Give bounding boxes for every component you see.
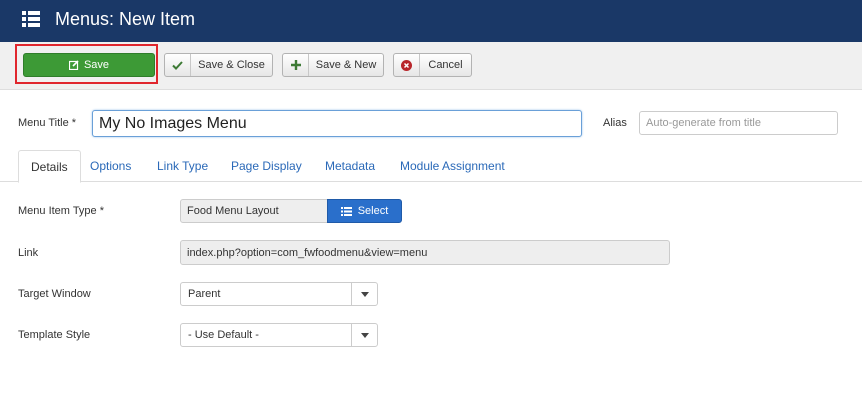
menu-title-input[interactable]: My No Images Menu	[92, 110, 582, 137]
select-button[interactable]: Select	[327, 199, 402, 223]
tab-link-type[interactable]: Link Type	[145, 150, 220, 182]
alias-input[interactable]: Auto-generate from title	[639, 111, 838, 135]
check-icon	[165, 54, 191, 76]
menu-item-type-label: Menu Item Type *	[18, 205, 105, 217]
menu-item-type-field: Food Menu Layout	[180, 199, 328, 223]
caret-down-icon	[351, 324, 377, 346]
tab-options[interactable]: Options	[78, 150, 143, 182]
save-label: Save	[83, 59, 110, 71]
list-icon	[22, 11, 40, 27]
target-window-value: Parent	[188, 288, 221, 300]
list-icon	[340, 206, 352, 216]
cancel-icon	[394, 54, 420, 76]
edit-icon	[68, 60, 79, 70]
plus-icon	[283, 54, 309, 76]
link-label: Link	[18, 247, 39, 259]
page-title: Menus: New Item	[55, 9, 196, 29]
tab-page-display[interactable]: Page Display	[219, 150, 314, 182]
save-close-label: Save & Close	[198, 59, 265, 71]
cancel-label: Cancel	[428, 59, 463, 71]
caret-down-icon	[351, 283, 377, 305]
tab-module-assignment[interactable]: Module Assignment	[388, 150, 517, 182]
select-label: Select	[357, 205, 389, 217]
save-button[interactable]: Save	[23, 53, 155, 77]
app-header: Menus: New Item	[0, 0, 862, 42]
menu-title-label: Menu Title *	[18, 117, 77, 129]
target-window-label: Target Window	[18, 288, 91, 300]
alias-label: Alias	[603, 117, 627, 129]
tab-bar: Details Options Link Type Page Display M…	[0, 150, 862, 183]
template-style-label: Template Style	[18, 329, 91, 341]
target-window-select[interactable]: Parent	[180, 282, 378, 306]
tab-details[interactable]: Details	[18, 150, 81, 183]
save-new-button[interactable]: Save & New	[282, 53, 384, 77]
template-style-value: - Use Default -	[188, 329, 259, 341]
template-style-select[interactable]: - Use Default -	[180, 323, 378, 347]
cancel-button[interactable]: Cancel	[393, 53, 472, 77]
save-close-button[interactable]: Save & Close	[164, 53, 273, 77]
tab-metadata[interactable]: Metadata	[313, 150, 387, 182]
link-field: index.php?option=com_fwfoodmenu&view=men…	[180, 240, 670, 265]
save-new-label: Save & New	[315, 59, 377, 71]
